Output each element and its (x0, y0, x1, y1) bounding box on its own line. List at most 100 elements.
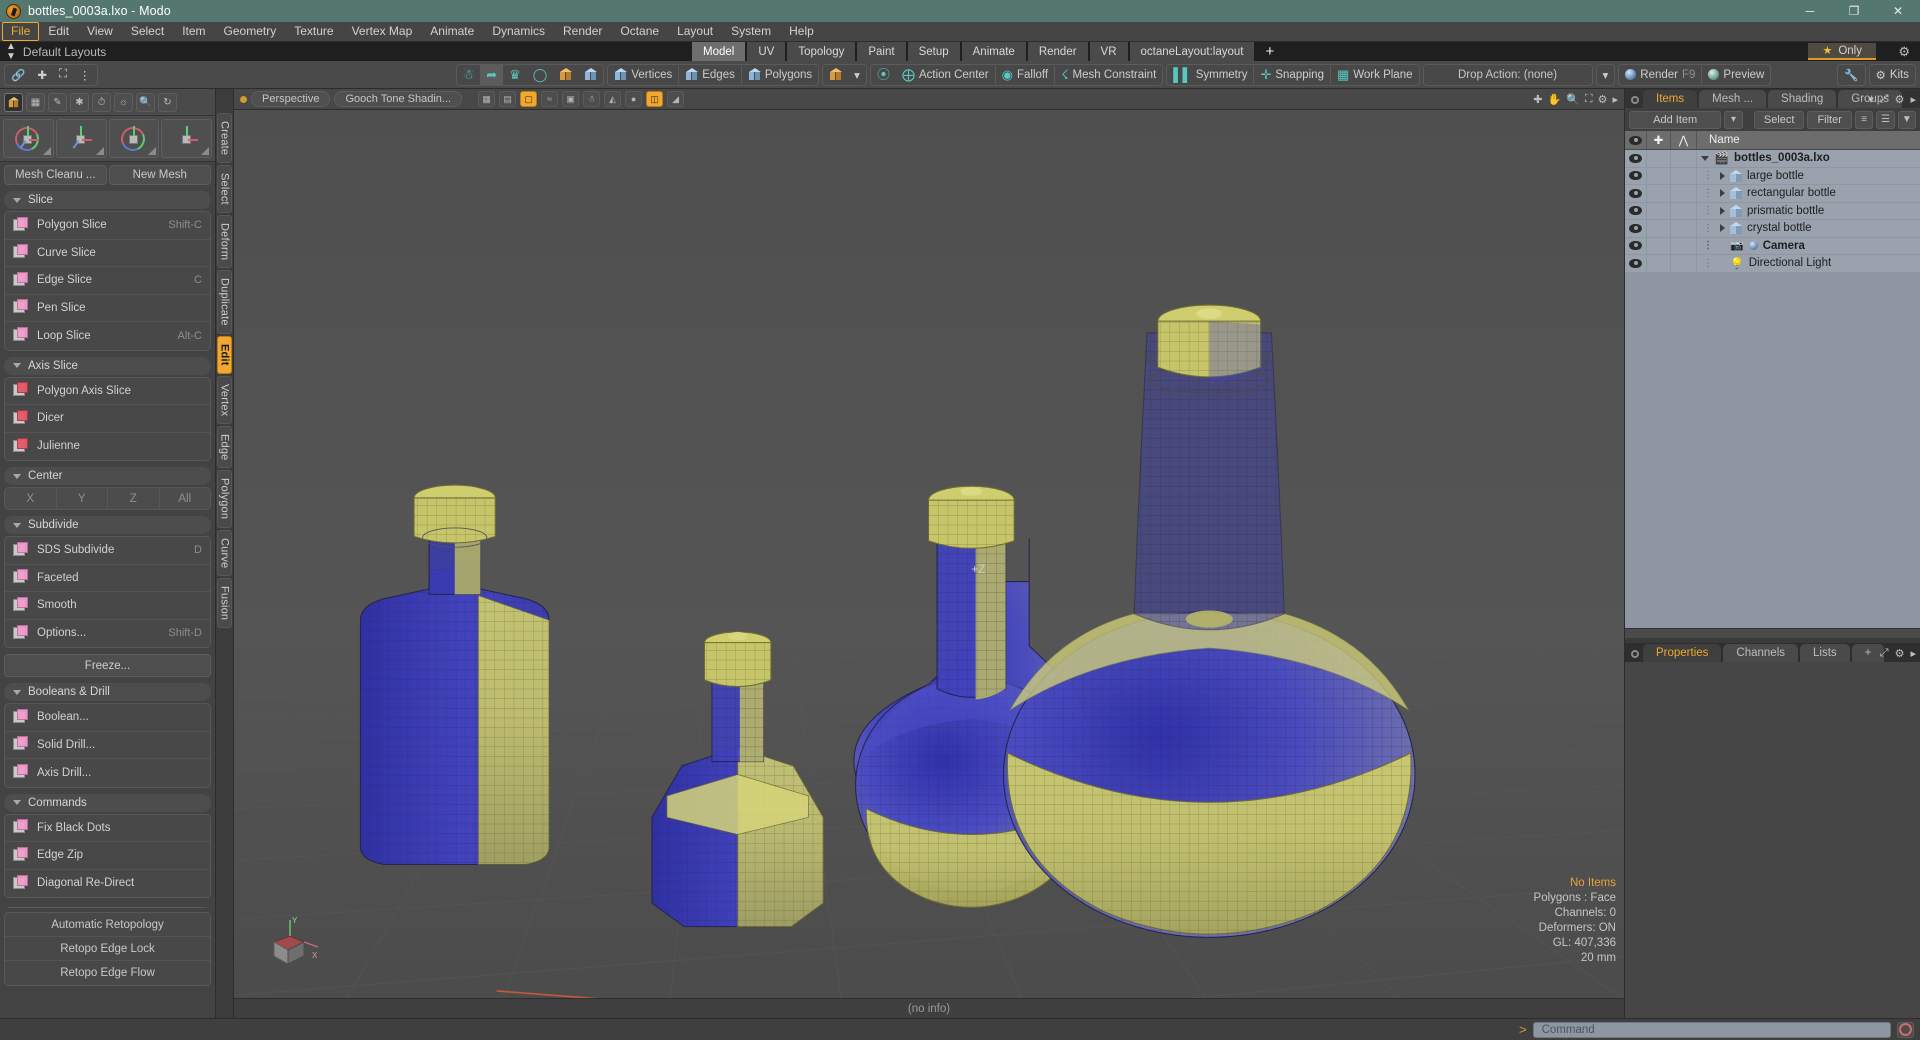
indent-icon[interactable]: ≡ (1854, 110, 1874, 129)
tool-polygon-axis-slice[interactable]: Polygon Axis Slice (5, 378, 210, 405)
item-list-horizontal-scrollbar[interactable] (1625, 628, 1920, 639)
vertical-tab-edit[interactable]: Edit (217, 335, 232, 374)
layout-tab-setup[interactable]: Setup (907, 42, 960, 61)
tool-curve-slice[interactable]: Curve Slice (5, 240, 210, 267)
volume-mode-icon[interactable] (578, 65, 603, 85)
component-mode-vertices[interactable]: Vertices (608, 65, 678, 85)
item-list[interactable]: 🎬 bottles_0003a.lxo ⋮ large bottle ⋮ rectangu… (1625, 150, 1920, 273)
wireframe-toggle-icon[interactable]: ▢ (520, 91, 538, 107)
gear-icon[interactable]: ⚙ (1895, 93, 1905, 106)
tool-edge-zip[interactable]: Edge Zip (5, 842, 210, 870)
menu-item-select[interactable]: Select (122, 22, 173, 41)
center-axis-x[interactable]: X (5, 488, 57, 509)
chevron-right-icon[interactable] (1720, 189, 1725, 198)
component-mode-polygons[interactable]: Polygons (742, 65, 818, 85)
menu-item-vertex-map[interactable]: Vertex Map (343, 22, 422, 41)
action-center-button[interactable]: ⨁ Action Center (896, 65, 995, 85)
item-name-cell[interactable]: ⋮ 💡 Directional Light (1697, 257, 1920, 270)
vertical-tab-create[interactable]: Create (217, 113, 232, 164)
chevron-right-icon[interactable]: ▸ (1910, 93, 1916, 106)
vertical-tab-deform[interactable]: Deform (217, 215, 232, 269)
tool-options[interactable]: Options... Shift-D (5, 620, 210, 648)
item-transform-cell[interactable] (1671, 237, 1697, 254)
tool-pen-slice[interactable]: Pen Slice (5, 295, 210, 322)
viewport-menu-dot-icon[interactable] (240, 95, 247, 103)
item-name-cell[interactable]: ⋮ 📷 Camera (1697, 239, 1920, 253)
item-row[interactable]: ⋮ 📷 Camera (1625, 237, 1920, 255)
item-name-cell[interactable]: ⋮ crystal bottle (1697, 222, 1920, 235)
mesh-cleanup-button[interactable]: Mesh Cleanu ... (4, 165, 107, 185)
checker-b-icon[interactable]: ▤ (499, 91, 517, 107)
mesh-constraint-button[interactable]: ☇ Mesh Constraint (1055, 65, 1162, 85)
menu-item-help[interactable]: Help (780, 22, 823, 41)
tool-sds-subdivide[interactable]: SDS Subdivide D (5, 537, 210, 565)
item-add-cell[interactable] (1647, 185, 1671, 202)
menu-item-animate[interactable]: Animate (421, 22, 483, 41)
vertical-tab-polygon[interactable]: Polygon (217, 470, 232, 528)
tool-julienne[interactable]: Julienne (5, 433, 210, 461)
center-pivot-icon[interactable]: ⦿ (871, 65, 896, 85)
vertical-tab-duplicate[interactable]: Duplicate (217, 270, 232, 334)
select-button[interactable]: Select (1753, 110, 1805, 129)
right-tab-shading[interactable]: Shading (1768, 90, 1837, 108)
chevron-right-icon[interactable] (1720, 224, 1725, 233)
snapping-button[interactable]: ✛ Snapping (1254, 65, 1330, 85)
properties-body[interactable] (1625, 662, 1920, 1018)
prop-tab-channels[interactable]: Channels (1723, 644, 1799, 663)
maximize-button[interactable]: ❐ (1832, 0, 1876, 22)
vertical-tab-fusion[interactable]: Fusion (217, 577, 232, 629)
zoom-icon[interactable]: 🔍 (1566, 93, 1580, 106)
retopo-retopo-edge-flow[interactable]: Retopo Edge Flow (5, 961, 210, 985)
wave-icon[interactable]: ≈ (541, 91, 559, 107)
component-mode-edges[interactable]: Edges (679, 65, 741, 85)
viewport-shading-selector[interactable]: Gooch Tone Shadin... (334, 91, 463, 107)
section-header-center[interactable]: Center (4, 467, 211, 485)
menu-item-file[interactable]: File (2, 22, 40, 41)
item-row[interactable]: 🎬 bottles_0003a.lxo (1625, 150, 1920, 168)
backdrop-icon[interactable]: ▣ (562, 91, 580, 107)
tool-diagonal-re-direct[interactable]: Diagonal Re-Direct (5, 870, 210, 898)
visibility-toggle[interactable] (1625, 237, 1647, 254)
book-icon[interactable]: ◫ (646, 91, 664, 107)
section-header-axis-slice[interactable]: Axis Slice (4, 356, 211, 375)
chevron-down-icon[interactable] (1701, 155, 1709, 161)
viewport-gear-icon[interactable]: ⚙ (1598, 93, 1608, 106)
section-header-subdivide[interactable]: Subdivide (4, 516, 211, 534)
item-row[interactable]: ⋮ crystal bottle (1625, 220, 1920, 238)
list-view-icon[interactable]: ☰ (1876, 110, 1895, 129)
chevron-right-icon[interactable]: ▸ (1910, 647, 1916, 660)
layout-tab-render[interactable]: Render (1027, 42, 1088, 61)
retopo-retopo-edge-lock[interactable]: Retopo Edge Lock (5, 937, 210, 961)
item-add-cell[interactable] (1647, 220, 1671, 237)
cursor-mode-icon[interactable]: ➦ (480, 64, 504, 85)
prop-tab-lists[interactable]: Lists (1800, 644, 1850, 663)
retopo-automatic-retopology[interactable]: Automatic Retopology (5, 913, 210, 937)
center-axis-all[interactable]: All (159, 488, 210, 509)
item-add-cell[interactable] (1647, 237, 1671, 254)
item-name-cell[interactable]: ⋮ prismatic bottle (1697, 204, 1920, 217)
visibility-toggle[interactable] (1625, 220, 1647, 237)
menu-item-texture[interactable]: Texture (285, 22, 342, 41)
vertical-tab-select[interactable]: Select (217, 165, 232, 213)
tool-boolean[interactable]: Boolean... (5, 704, 210, 732)
move-gizmo-button[interactable] (3, 119, 54, 158)
light-icon[interactable]: ● (625, 91, 643, 107)
tool-smooth[interactable]: Smooth (5, 592, 210, 620)
command-stop-button[interactable] (1897, 1021, 1914, 1038)
material-mode-icon[interactable] (553, 65, 578, 85)
tool-loop-slice[interactable]: Loop Slice Alt-C (5, 322, 210, 350)
gradient-icon[interactable]: ◢ (667, 91, 685, 107)
menu-item-geometry[interactable]: Geometry (215, 22, 286, 41)
right-tab-items[interactable]: Items (1643, 90, 1698, 108)
vertical-tab-vertex[interactable]: Vertex (217, 375, 232, 424)
move-icon[interactable]: ✚ (31, 65, 53, 85)
item-list-empty-space[interactable] (1625, 272, 1920, 629)
left-mode-clock-icon[interactable]: ⏱ (92, 92, 111, 112)
item-transform-cell[interactable] (1671, 202, 1697, 219)
visibility-toggle[interactable] (1625, 202, 1647, 219)
tab-chevron-down-icon[interactable]: ▾ (1868, 93, 1874, 106)
item-row[interactable]: ⋮ large bottle (1625, 167, 1920, 185)
viewport-3d[interactable]: +Z No Items Polygons : Face Channels: 0 … (234, 110, 1624, 998)
center-axis-y[interactable]: Y (56, 488, 108, 509)
menu-item-dynamics[interactable]: Dynamics (483, 22, 554, 41)
